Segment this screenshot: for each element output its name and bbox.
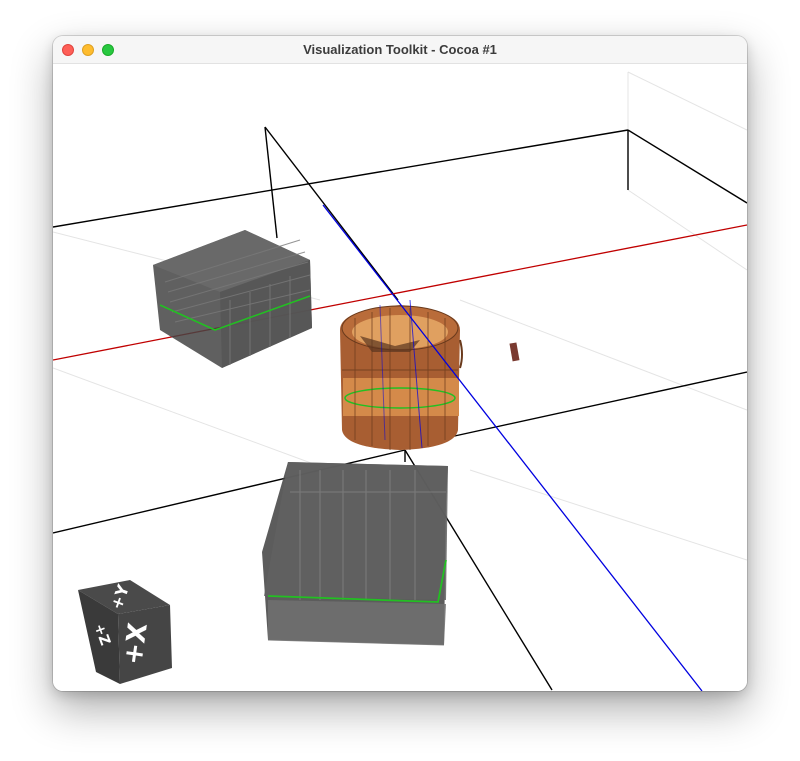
scene-svg: +X +Y +Z [53,71,747,691]
orientation-cube[interactable]: +X +Y +Z [78,580,172,684]
lower-box[interactable] [262,462,448,646]
cube-front-label: +X [118,621,154,667]
tiny-object[interactable] [509,342,520,362]
vtk-window: Visualization Toolkit - Cocoa #1 +X +Y +… [53,36,747,691]
title-bar[interactable]: Visualization Toolkit - Cocoa #1 [53,36,747,64]
window-title: Visualization Toolkit - Cocoa #1 [303,42,497,57]
render-viewport[interactable]: +X +Y +Z [53,64,747,691]
upper-left-box[interactable] [153,230,312,368]
barrel-cylinder[interactable] [340,305,463,450]
